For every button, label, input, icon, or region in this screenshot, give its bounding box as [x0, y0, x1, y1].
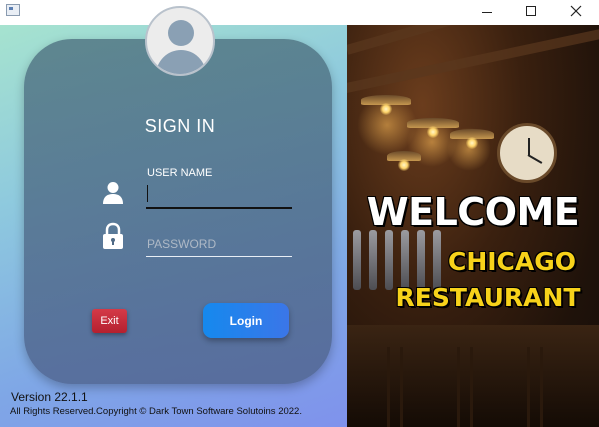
wall-clock: [497, 123, 557, 183]
username-label: USER NAME: [147, 167, 213, 179]
version-text: Version 22.1.1: [11, 390, 88, 404]
maximize-button[interactable]: [508, 0, 554, 25]
close-button[interactable]: [553, 0, 599, 25]
title-bar: [0, 0, 599, 25]
sign-in-title: SIGN IN: [144, 116, 216, 136]
password-input[interactable]: [146, 231, 292, 257]
minimize-button[interactable]: [464, 0, 510, 25]
user-icon: [103, 182, 123, 204]
app-icon: [6, 4, 20, 16]
pendant-lamp: [361, 95, 411, 125]
copyright-text: All Rights Reserved.Copyright © Dark Tow…: [10, 406, 302, 417]
restaurant-image: WELCOME CHICAGO RESTAURANT: [347, 25, 599, 427]
exit-button[interactable]: Exit: [92, 309, 127, 333]
maximize-icon: [526, 6, 536, 16]
close-icon: [570, 5, 582, 17]
pendant-lamp: [387, 151, 421, 173]
user-avatar-icon: [145, 6, 215, 76]
bar-counter: [347, 325, 599, 427]
username-input[interactable]: [146, 183, 292, 209]
restaurant-name-line2: RESTAURANT: [395, 283, 581, 312]
lock-icon: [103, 222, 123, 249]
text-caret: [147, 185, 148, 202]
pendant-lamp: [450, 129, 494, 155]
minimize-icon: [482, 12, 492, 13]
login-button[interactable]: Login: [203, 303, 289, 338]
restaurant-name-line1: CHICAGO: [447, 247, 577, 276]
welcome-heading: WELCOME: [366, 190, 580, 234]
login-panel: [0, 25, 347, 427]
